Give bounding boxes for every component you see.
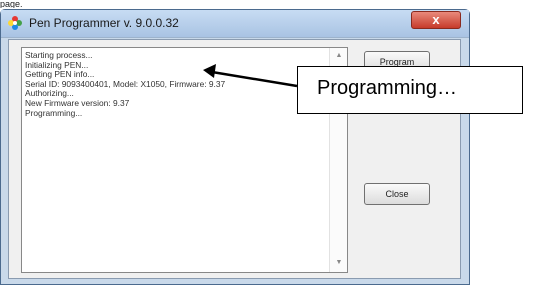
title-bar[interactable]: Pen Programmer v. 9.0.0.32 x: [1, 10, 469, 38]
window-close-button[interactable]: x: [411, 11, 461, 29]
scroll-down-icon[interactable]: ▼: [335, 259, 343, 266]
close-button[interactable]: Close: [364, 183, 430, 205]
scroll-up-icon[interactable]: ▲: [335, 52, 343, 59]
log-text: Starting process... Initializing PEN... …: [25, 50, 325, 118]
annotation-callout: Programming…: [297, 66, 523, 114]
close-icon: x: [432, 12, 440, 27]
page-text-fragment: page.: [0, 0, 23, 8]
callout-text: Programming…: [317, 77, 458, 99]
pen-programmer-window: Pen Programmer v. 9.0.0.32 x Starting pr…: [0, 9, 470, 285]
window-title: Pen Programmer v. 9.0.0.32: [29, 16, 179, 30]
log-line: Programming...: [25, 107, 83, 118]
flower-app-icon: [8, 16, 22, 30]
